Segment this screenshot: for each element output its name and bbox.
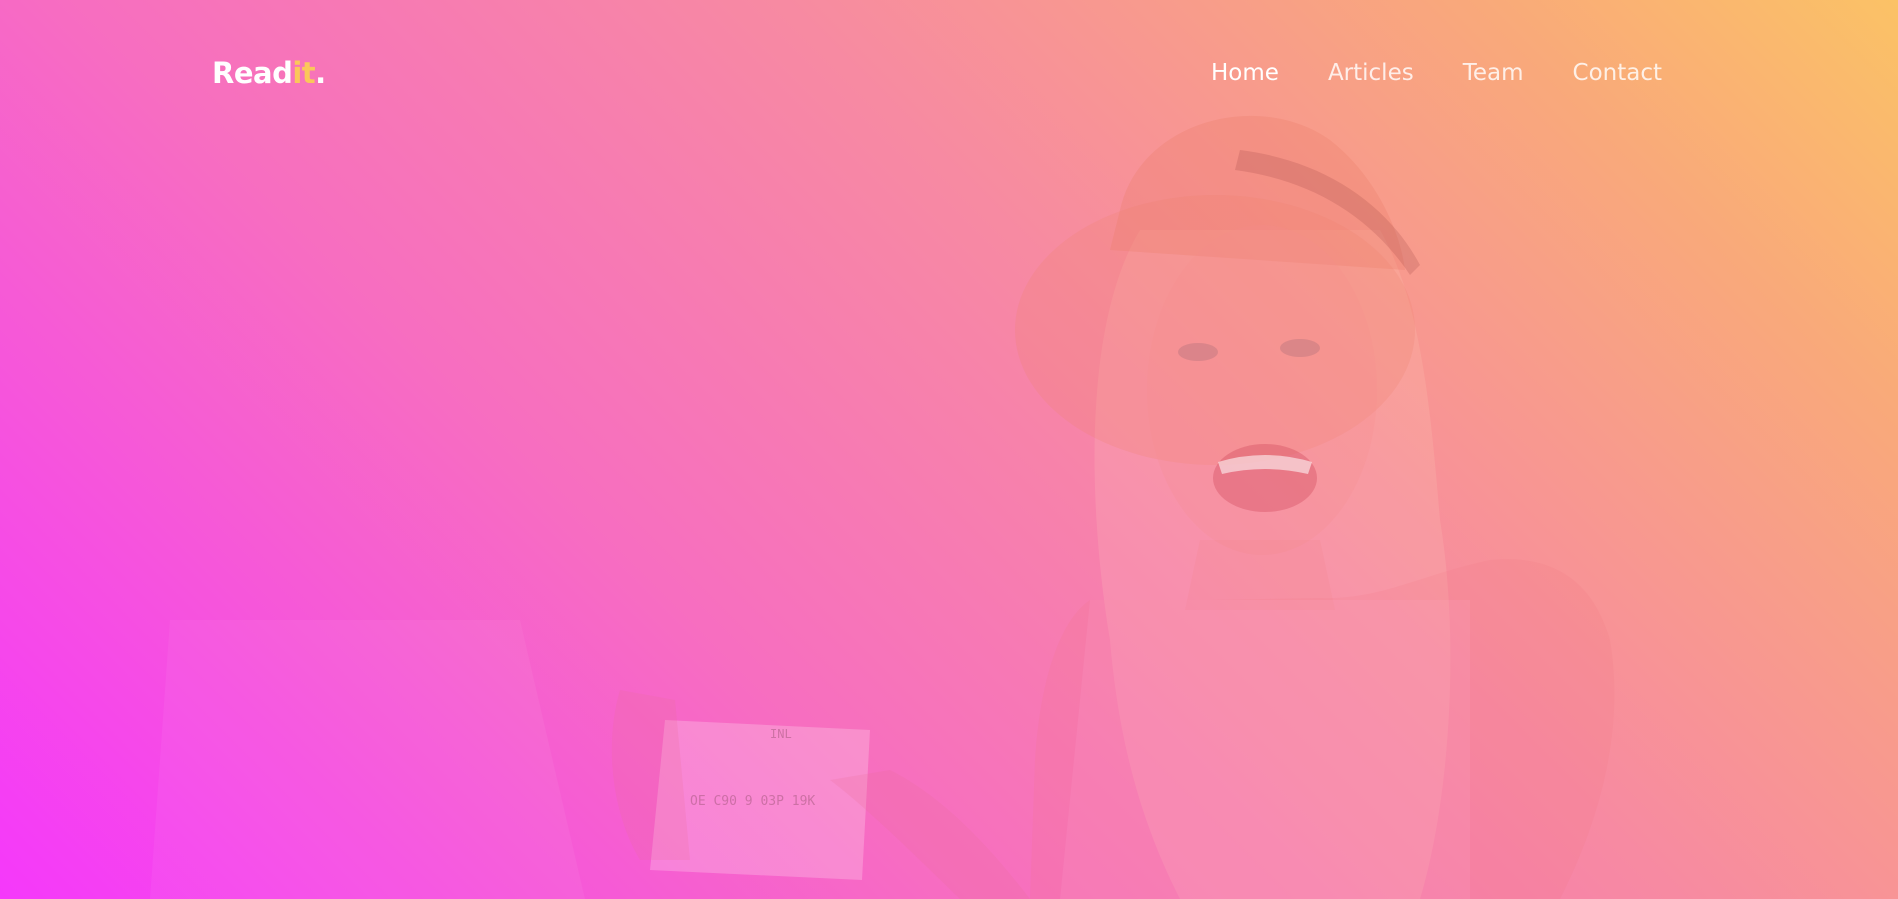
nav-link-contact[interactable]: Contact [1573, 60, 1662, 86]
nav-link-home[interactable]: Home [1211, 60, 1279, 86]
hero-background-photo: OE C90 9 03P 19K INL [150, 115, 1615, 899]
nav-link-team[interactable]: Team [1463, 60, 1524, 86]
hero-section: OE C90 9 03P 19K INL Readit. Home Articl… [0, 0, 1898, 899]
nav-menu: Home Articles Team Contact [1211, 60, 1662, 86]
site-logo[interactable]: Readit. [212, 56, 326, 90]
logo-text-main: Read [212, 56, 293, 90]
nav-link-articles[interactable]: Articles [1328, 60, 1414, 86]
svg-text:INL: INL [770, 727, 792, 741]
svg-text:OE C90 9 03P 19K: OE C90 9 03P 19K [690, 794, 815, 809]
top-navbar: Readit. Home Articles Team Contact [212, 48, 1662, 98]
logo-dot: . [315, 56, 326, 90]
logo-text-accent: it [292, 56, 316, 90]
